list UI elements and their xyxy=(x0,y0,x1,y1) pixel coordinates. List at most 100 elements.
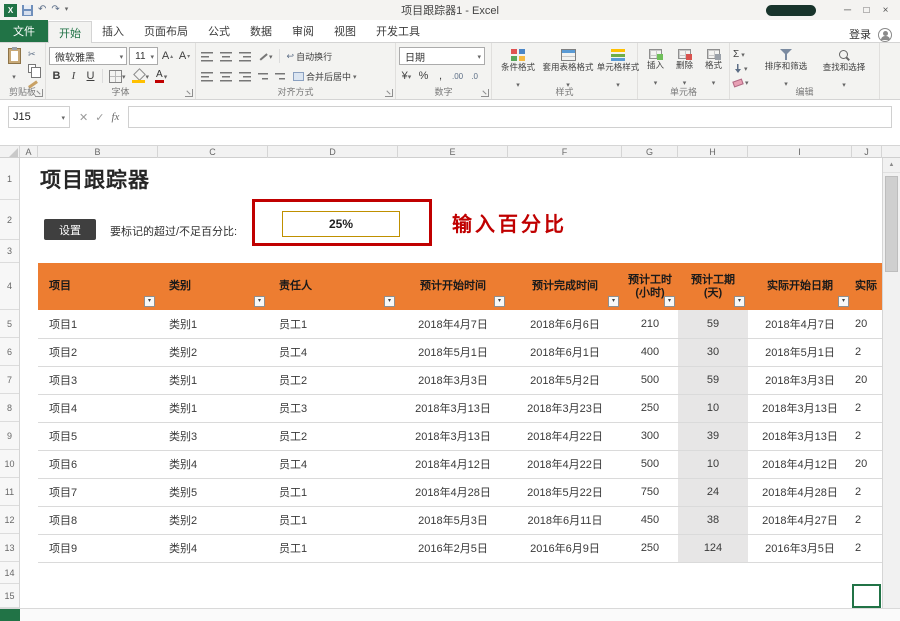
table-cell[interactable]: 20 xyxy=(852,450,882,478)
table-cell[interactable]: 2 xyxy=(852,422,882,450)
table-cell[interactable]: 2018年4月28日 xyxy=(398,478,508,506)
grow-font-icon[interactable]: A▴ xyxy=(160,47,175,65)
table-cell[interactable]: 2 xyxy=(852,338,882,366)
column-header-F[interactable]: F xyxy=(508,146,622,158)
paste-button[interactable] xyxy=(3,46,25,88)
table-cell[interactable]: 2018年5月22日 xyxy=(508,478,622,506)
table-cell[interactable]: 项目7 xyxy=(38,478,158,506)
table-cell[interactable]: 员工4 xyxy=(268,450,398,478)
table-cell[interactable]: 2018年4月12日 xyxy=(398,450,508,478)
table-cell[interactable]: 2 xyxy=(852,478,882,506)
row-header-8[interactable]: 8 xyxy=(0,394,19,422)
filter-icon[interactable]: ▾ xyxy=(664,296,675,307)
column-header-H[interactable]: H xyxy=(678,146,748,158)
table-cell[interactable]: 2018年4月28日 xyxy=(748,478,852,506)
column-header-E[interactable]: E xyxy=(398,146,508,158)
table-cell[interactable]: 2018年5月3日 xyxy=(398,506,508,534)
table-cell[interactable]: 2018年3月13日 xyxy=(748,394,852,422)
table-cell[interactable]: 2018年4月12日 xyxy=(748,450,852,478)
decrease-indent-icon[interactable] xyxy=(256,67,271,85)
tab-review[interactable]: 审阅 xyxy=(282,20,324,42)
table-cell[interactable]: 124 xyxy=(678,534,748,562)
table-cell[interactable]: 类别1 xyxy=(158,394,268,422)
dialog-launcher-icon[interactable] xyxy=(481,89,489,97)
table-cell[interactable]: 项目8 xyxy=(38,506,158,534)
tab-page-layout[interactable]: 页面布局 xyxy=(134,20,198,42)
table-cell[interactable]: 2 xyxy=(852,394,882,422)
table-cell[interactable]: 450 xyxy=(622,506,678,534)
tab-formulas[interactable]: 公式 xyxy=(198,20,240,42)
column-header-G[interactable]: G xyxy=(622,146,678,158)
select-all-corner[interactable] xyxy=(0,146,20,157)
row-header-5[interactable]: 5 xyxy=(0,310,19,338)
formula-input[interactable] xyxy=(128,106,892,128)
copy-icon[interactable] xyxy=(28,62,42,74)
table-cell[interactable]: 2018年4月7日 xyxy=(748,310,852,338)
row-header-4[interactable]: 4 xyxy=(0,263,19,310)
increase-indent-icon[interactable] xyxy=(273,67,288,85)
align-right-icon[interactable] xyxy=(237,67,254,85)
table-cell[interactable]: 250 xyxy=(622,534,678,562)
align-top-icon[interactable] xyxy=(199,47,216,65)
table-cell[interactable]: 项目2 xyxy=(38,338,158,366)
number-format-select[interactable]: 日期 xyxy=(399,47,485,65)
row-header-3[interactable]: 3 xyxy=(0,240,19,263)
table-cell[interactable]: 2016年6月9日 xyxy=(508,534,622,562)
table-cell[interactable]: 2018年6月6日 xyxy=(508,310,622,338)
table-cell[interactable]: 2018年3月23日 xyxy=(508,394,622,422)
vertical-scrollbar[interactable]: ▲ xyxy=(882,158,900,608)
row-header-13[interactable]: 13 xyxy=(0,534,19,562)
table-cell[interactable]: 类别2 xyxy=(158,506,268,534)
column-header-J[interactable]: J xyxy=(852,146,882,158)
comma-style-icon[interactable]: , xyxy=(433,67,448,85)
table-cell[interactable]: 400 xyxy=(622,338,678,366)
table-cell[interactable]: 员工3 xyxy=(268,394,398,422)
table-cell[interactable]: 类别1 xyxy=(158,310,268,338)
undo-icon[interactable]: ↶ xyxy=(38,4,46,16)
cells-area[interactable]: 项目跟踪器 设置 要标记的超过/不足百分比: 25% 输入百分比 项目▾类别▾责… xyxy=(20,158,882,608)
wrap-text-button[interactable]: 自动换行 xyxy=(284,50,336,63)
table-cell[interactable]: 2018年6月11日 xyxy=(508,506,622,534)
filter-icon[interactable]: ▾ xyxy=(144,296,155,307)
dialog-launcher-icon[interactable] xyxy=(185,89,193,97)
table-cell[interactable]: 2018年4月22日 xyxy=(508,450,622,478)
close-button[interactable]: × xyxy=(876,2,895,18)
table-cell[interactable]: 30 xyxy=(678,338,748,366)
increase-decimal-icon[interactable]: .00 xyxy=(450,67,465,85)
row-header-11[interactable]: 11 xyxy=(0,478,19,506)
cut-icon[interactable]: ✂ xyxy=(28,48,42,60)
table-cell[interactable]: 2018年5月1日 xyxy=(748,338,852,366)
table-cell[interactable]: 2018年3月13日 xyxy=(398,422,508,450)
table-cell[interactable]: 2018年3月3日 xyxy=(398,366,508,394)
table-cell[interactable]: 项目1 xyxy=(38,310,158,338)
tab-file[interactable]: 文件 xyxy=(0,20,48,42)
redo-icon[interactable]: ↷ xyxy=(51,4,59,16)
table-cell[interactable]: 500 xyxy=(622,450,678,478)
scrollbar-thumb[interactable] xyxy=(885,176,898,272)
table-cell[interactable]: 2018年6月1日 xyxy=(508,338,622,366)
font-color-icon[interactable]: A xyxy=(153,67,169,85)
qat-customize-icon[interactable]: ▾ xyxy=(65,4,69,16)
settings-button[interactable]: 设置 xyxy=(44,219,96,240)
table-cell[interactable]: 员工2 xyxy=(268,366,398,394)
align-center-icon[interactable] xyxy=(218,67,235,85)
underline-button[interactable]: U xyxy=(83,67,98,85)
align-bottom-icon[interactable] xyxy=(237,47,254,65)
decrease-decimal-icon[interactable]: .0 xyxy=(467,67,482,85)
row-header-14[interactable]: 14 xyxy=(0,562,19,584)
table-cell[interactable]: 750 xyxy=(622,478,678,506)
align-left-icon[interactable] xyxy=(199,67,216,85)
delete-cells-button[interactable]: 删除 xyxy=(670,46,699,90)
save-icon[interactable] xyxy=(22,5,33,16)
table-cell[interactable]: 2018年4月7日 xyxy=(398,310,508,338)
filter-icon[interactable]: ▾ xyxy=(838,296,849,307)
table-cell[interactable]: 员工2 xyxy=(268,422,398,450)
shrink-font-icon[interactable]: A▾ xyxy=(177,47,192,65)
table-cell[interactable]: 59 xyxy=(678,310,748,338)
table-cell[interactable]: 项目6 xyxy=(38,450,158,478)
column-header-D[interactable]: D xyxy=(268,146,398,158)
table-cell[interactable]: 项目5 xyxy=(38,422,158,450)
table-cell[interactable]: 员工1 xyxy=(268,534,398,562)
autosum-button[interactable]: Σ xyxy=(733,48,757,61)
font-name-select[interactable]: 微软雅黑 xyxy=(49,47,127,65)
